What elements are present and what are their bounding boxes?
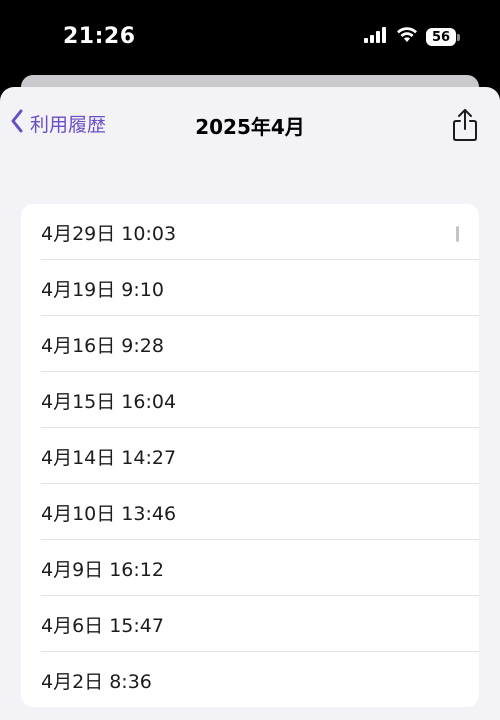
list-item[interactable]: 4月16日 9:28 [21,316,479,372]
cellular-signal-icon [364,27,388,47]
list-item-label: 4月9日 16:12 [41,559,164,581]
list-item[interactable]: 4月6日 15:47 [21,596,479,652]
share-icon [450,109,480,147]
list-item[interactable]: 4月15日 16:04 [21,372,479,428]
battery-icon: 56 [426,28,460,46]
list-item[interactable]: 4月19日 9:10 [21,260,479,316]
list-item-label: 4月6日 15:47 [41,615,164,637]
wifi-icon [396,27,418,47]
list-item[interactable]: 4月10日 13:46 [21,484,479,540]
navigation-bar: 利用履歴 2025年4月 [0,87,500,161]
list-item-label: 4月19日 9:10 [41,279,164,301]
list-item-label: 4月29日 10:03 [41,223,177,245]
status-bar: 21:26 56 [0,0,500,72]
list-item[interactable]: 4月29日 10:03 [21,204,479,260]
list-item-label: 4月15日 16:04 [41,391,177,413]
list-item-label: 4月14日 14:27 [41,447,177,469]
screen: 21:26 56 利用履歴 2025年4月 4月29日 10:03 4月19日 … [0,0,500,720]
list-item-label: 4月10日 13:46 [41,503,177,525]
share-button[interactable] [450,107,480,143]
page-title: 2025年4月 [195,115,305,139]
history-list: 4月29日 10:03 4月19日 9:10 4月16日 9:28 4月15日 16:… [21,204,479,707]
status-icons: 56 [364,27,460,47]
list-item-label: 4月2日 8:36 [41,671,152,693]
battery-tip [457,33,460,41]
list-item-label: 4月16日 9:28 [41,335,164,357]
list-item[interactable]: 4月14日 14:27 [21,428,479,484]
battery-level: 56 [426,28,456,46]
list-item[interactable]: 4月9日 16:12 [21,540,479,596]
status-time: 21:26 [63,24,136,49]
history-sheet: 利用履歴 2025年4月 4月29日 10:03 4月19日 9:10 4月16日 … [0,87,500,720]
history-list-rows: 4月29日 10:03 4月19日 9:10 4月16日 9:28 4月15日 16:… [21,204,479,707]
list-item[interactable]: 4月2日 8:36 [21,652,479,707]
